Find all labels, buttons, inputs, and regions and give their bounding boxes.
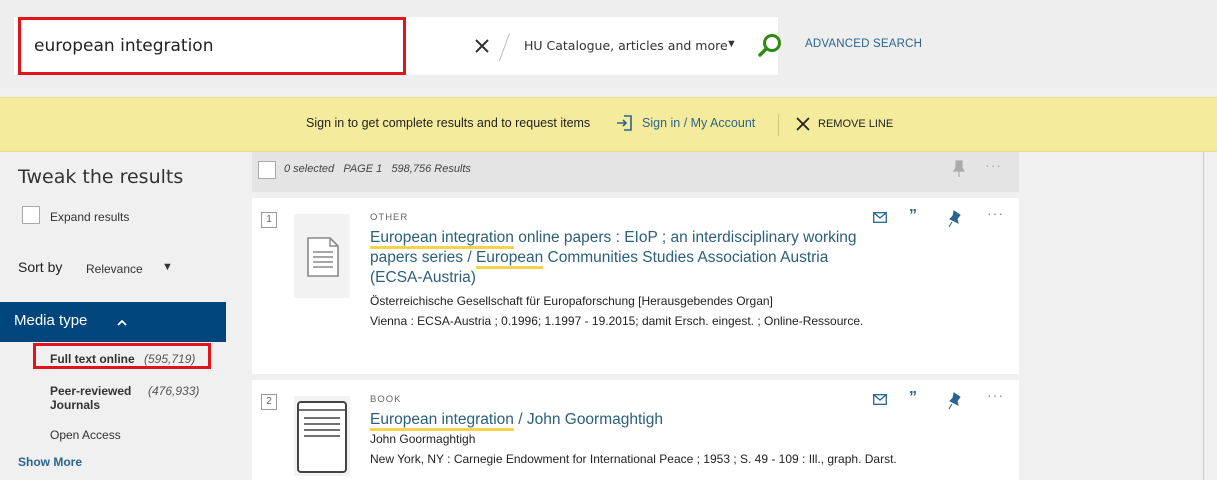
search-box: european integration HU Catalogue, artic…	[14, 17, 781, 75]
chevron-down-icon[interactable]: ▼	[726, 38, 737, 50]
sign-in-banner: Sign in to get complete results and to r…	[0, 97, 1217, 152]
pin-icon[interactable]	[952, 160, 966, 178]
facet-highlight	[33, 343, 211, 369]
title-text: / John Goormaghtigh	[513, 411, 663, 428]
result-rank: 2	[261, 394, 277, 410]
more-icon[interactable]: ···	[985, 157, 1002, 173]
result-type: OTHER	[370, 212, 409, 223]
facet-open-access[interactable]: Open Access	[50, 428, 121, 442]
close-icon	[475, 39, 489, 53]
filter-sidebar: Tweak the results Expand results Sort by…	[0, 152, 226, 480]
page-indicator: PAGE 1	[343, 163, 383, 175]
facet-label: Open Access	[50, 428, 121, 442]
media-type-title: Media type	[14, 312, 88, 329]
facet-label: Journals	[50, 398, 101, 412]
search-bar-area: european integration HU Catalogue, artic…	[0, 0, 1217, 88]
title-highlight: European integration	[370, 411, 514, 431]
remove-line-button[interactable]: REMOVE LINE	[818, 118, 893, 130]
result-count: 598,756 Results	[391, 163, 471, 175]
chevron-down-icon[interactable]: ▼	[162, 261, 173, 273]
sidebar-title: Tweak the results	[18, 166, 184, 188]
title-highlight: European	[475, 249, 544, 269]
close-icon[interactable]	[796, 117, 810, 131]
citation-icon[interactable]: ”	[909, 207, 917, 225]
select-all-checkbox[interactable]	[258, 161, 276, 179]
more-icon[interactable]: ···	[987, 205, 1004, 221]
expand-results-checkbox[interactable]	[22, 206, 40, 224]
more-icon[interactable]: ···	[987, 387, 1004, 403]
book-icon	[294, 396, 350, 476]
show-more-link[interactable]: Show More	[18, 455, 82, 469]
media-type-facet-header[interactable]: Media type	[0, 302, 226, 342]
expand-results-label[interactable]: Expand results	[50, 210, 129, 224]
advanced-search-link[interactable]: ADVANCED SEARCH	[805, 38, 922, 50]
result-publication: New York, NY : Carnegie Endowment for In…	[370, 452, 897, 466]
email-icon[interactable]	[873, 394, 887, 405]
search-input[interactable]: european integration	[20, 17, 410, 75]
clear-search-button[interactable]	[474, 33, 496, 59]
banner-message: Sign in to get complete results and to r…	[306, 116, 591, 130]
result-rank: 1	[261, 212, 277, 228]
selected-count: 0 selected	[284, 163, 335, 175]
title-highlight: European integration	[370, 229, 514, 249]
facet-peer-reviewed-line2[interactable]: Journals	[50, 398, 100, 412]
result-card[interactable]: 2 BOOK European integration / John Goorm…	[252, 380, 1019, 480]
search-divider	[498, 33, 520, 61]
chevron-up-icon	[117, 319, 127, 326]
result-title[interactable]: European integration / John Goormaghtigh	[370, 410, 880, 431]
facet-label: Peer-reviewed	[50, 384, 132, 398]
document-icon	[294, 214, 350, 298]
pin-icon[interactable]	[948, 392, 962, 410]
sign-in-icon[interactable]	[616, 114, 634, 132]
results-header: 0 selected PAGE 1 598,756 Results ···	[252, 152, 1019, 192]
result-type: BOOK	[370, 394, 402, 405]
sort-select[interactable]: Relevance	[86, 262, 143, 276]
email-icon[interactable]	[873, 212, 887, 223]
facet-count: (476,933)	[148, 384, 200, 398]
banner-divider	[778, 114, 779, 136]
results-meta: 0 selected PAGE 1 598,756 Results	[284, 163, 471, 175]
result-author: John Goormaghtigh	[370, 432, 476, 446]
search-icon	[758, 34, 781, 57]
facet-peer-reviewed[interactable]: Peer-reviewed	[50, 384, 131, 398]
result-publication: Vienna : ECSA-Austria ; 0.1996; 1.1997 -…	[370, 314, 864, 328]
sort-label: Sort by	[18, 259, 63, 275]
search-scope-select[interactable]: HU Catalogue, articles and more	[524, 37, 728, 55]
sign-in-link[interactable]: Sign in / My Account	[642, 116, 755, 130]
result-title[interactable]: European integration online papers : EIo…	[370, 228, 880, 288]
citation-icon[interactable]: ”	[909, 389, 917, 407]
scrollbar[interactable]	[1203, 152, 1217, 480]
search-button[interactable]	[756, 32, 784, 60]
result-card[interactable]: 1 OTHER European integration online pape…	[252, 198, 1019, 374]
pin-icon[interactable]	[948, 210, 962, 228]
result-author: Österreichische Gesellschaft für Europaf…	[370, 294, 773, 308]
